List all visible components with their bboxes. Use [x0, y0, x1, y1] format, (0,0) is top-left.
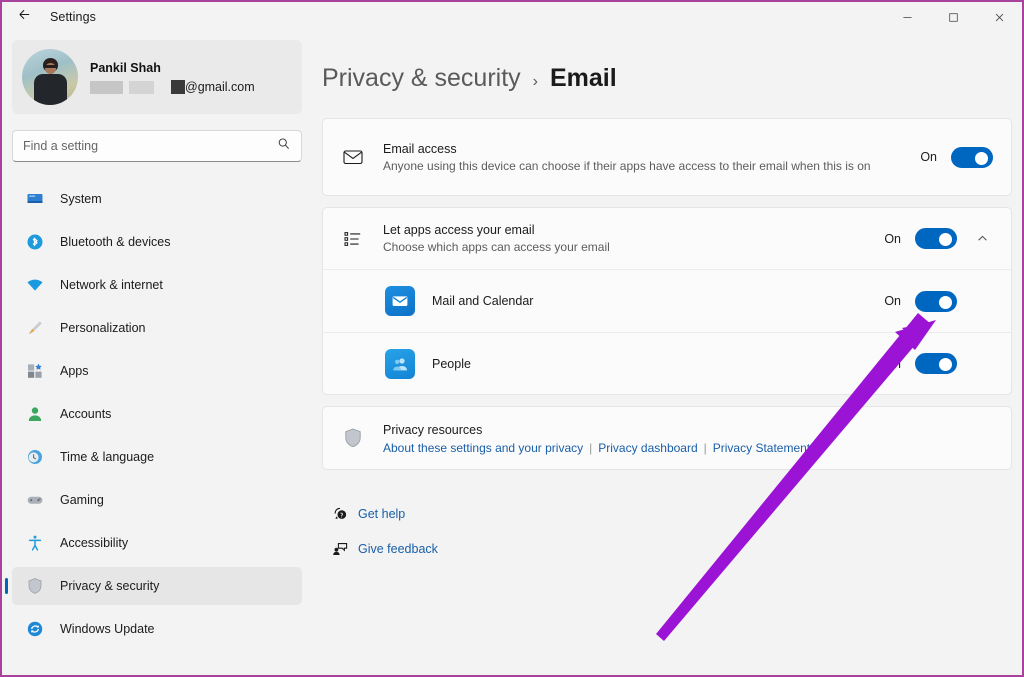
- sidebar: Pankil Shah @gmail.com Find a setting Sy…: [2, 32, 312, 675]
- profile-email: @gmail.com: [90, 80, 255, 94]
- footer-link-label: Give feedback: [358, 541, 438, 556]
- sidebar-item-bluetooth-devices[interactable]: Bluetooth & devices: [12, 223, 302, 261]
- email-access-title: Email access: [383, 141, 457, 156]
- give-feedback-link[interactable]: Give feedback: [322, 531, 1022, 566]
- chevron-up-icon[interactable]: [971, 232, 993, 245]
- link-privacy-dashboard[interactable]: Privacy dashboard: [598, 441, 697, 455]
- let-apps-toggle-label: On: [884, 231, 901, 246]
- system-icon: [25, 189, 45, 209]
- sidebar-item-label: Windows Update: [60, 622, 155, 636]
- maximize-button[interactable]: [930, 2, 976, 32]
- app-toggle-label: On: [884, 356, 901, 371]
- let-apps-title: Let apps access your email: [383, 223, 535, 237]
- profile-name: Pankil Shah: [90, 61, 161, 75]
- accessibility-icon: [25, 533, 45, 553]
- close-button[interactable]: [976, 2, 1022, 32]
- sidebar-item-label: Personalization: [60, 321, 146, 335]
- back-button[interactable]: [2, 2, 46, 32]
- link-privacy-statement[interactable]: Privacy Statement: [713, 441, 810, 455]
- redacted-block: [129, 80, 154, 94]
- accounts-icon: [25, 404, 45, 424]
- search-input[interactable]: [23, 139, 277, 153]
- mail-app-icon: [385, 286, 415, 316]
- people-app-icon: [385, 348, 415, 379]
- network-icon: [25, 275, 45, 295]
- sidebar-item-label: Apps: [60, 364, 89, 378]
- people-toggle[interactable]: [915, 353, 957, 374]
- main-content: Privacy & security › Email Email access …: [312, 32, 1022, 675]
- app-name: Mail and Calendar: [432, 294, 534, 308]
- back-arrow-icon: [17, 7, 32, 27]
- search-icon: [277, 137, 291, 156]
- footer-links: Get help Give feedback: [322, 496, 1022, 566]
- privacy-resources-card: Privacy resources About these settings a…: [322, 406, 1012, 470]
- shield-icon: [25, 576, 45, 596]
- bluetooth-icon: [25, 232, 45, 252]
- email-access-toggle[interactable]: [951, 146, 993, 168]
- title-bar: Settings: [2, 2, 1022, 32]
- sidebar-item-accounts[interactable]: Accounts: [12, 395, 302, 433]
- sidebar-item-apps[interactable]: Apps: [12, 352, 302, 390]
- email-access-description: Anyone using this device can choose if t…: [383, 158, 871, 173]
- redacted-block: [90, 80, 123, 94]
- time-language-icon: [25, 447, 45, 467]
- app-toggle-label: On: [884, 294, 901, 308]
- feedback-icon: [322, 540, 358, 557]
- app-row-mail-and-calendar: Mail and Calendar On: [322, 269, 1012, 332]
- minimize-button[interactable]: [884, 2, 930, 32]
- let-apps-description: Choose which apps can access your email: [383, 240, 610, 254]
- sidebar-item-network-internet[interactable]: Network & internet: [12, 266, 302, 304]
- search-box[interactable]: [12, 130, 302, 162]
- envelope-icon: [323, 146, 383, 168]
- shield-icon: [323, 427, 383, 449]
- sidebar-item-gaming[interactable]: Gaming: [12, 481, 302, 519]
- sidebar-nav: System Bluetooth & devices Network & int…: [2, 180, 312, 648]
- email-domain: @gmail.com: [185, 80, 255, 94]
- email-access-card: Email access Anyone using this device ca…: [322, 118, 1012, 196]
- let-apps-access-email-card: Let apps access your email Choose which …: [322, 207, 1012, 269]
- windows-update-icon: [25, 619, 45, 639]
- list-icon: [323, 228, 383, 250]
- app-row-people: People On: [322, 332, 1012, 395]
- gaming-icon: [25, 490, 45, 510]
- email-access-toggle-label: On: [920, 150, 937, 164]
- sidebar-item-personalization[interactable]: Personalization: [12, 309, 302, 347]
- sidebar-item-windows-update[interactable]: Windows Update: [12, 610, 302, 648]
- sidebar-item-label: Gaming: [60, 493, 104, 507]
- app-title: Settings: [50, 10, 96, 24]
- sidebar-item-label: System: [60, 192, 102, 206]
- sidebar-item-accessibility[interactable]: Accessibility: [12, 524, 302, 562]
- window-controls: [884, 2, 1022, 32]
- sidebar-item-label: Network & internet: [60, 278, 163, 292]
- apps-icon: [25, 361, 45, 381]
- breadcrumb-separator-icon: ›: [532, 73, 538, 90]
- sidebar-item-label: Accessibility: [60, 536, 129, 550]
- sidebar-item-time-language[interactable]: Time & language: [12, 438, 302, 476]
- link-about-settings-privacy[interactable]: About these settings and your privacy: [383, 441, 583, 455]
- redacted-block: [171, 80, 185, 94]
- link-separator: |: [589, 441, 593, 455]
- help-icon: [322, 505, 358, 522]
- sidebar-item-label: Time & language: [60, 450, 155, 464]
- profile-card[interactable]: Pankil Shah @gmail.com: [12, 40, 302, 114]
- breadcrumb: Privacy & security › Email: [322, 64, 1022, 93]
- sidebar-item-label: Accounts: [60, 407, 112, 421]
- breadcrumb-parent[interactable]: Privacy & security: [322, 64, 521, 93]
- mail-and-calendar-toggle[interactable]: [915, 290, 957, 312]
- sidebar-item-privacy-security[interactable]: Privacy & security: [5, 567, 302, 605]
- sidebar-item-label: Privacy & security: [60, 579, 160, 593]
- link-separator: |: [703, 441, 707, 455]
- let-apps-toggle[interactable]: [915, 228, 957, 249]
- sidebar-item-system[interactable]: System: [12, 180, 302, 218]
- get-help-link[interactable]: Get help: [322, 496, 1022, 531]
- avatar: [22, 49, 78, 105]
- footer-link-label: Get help: [358, 506, 406, 521]
- sidebar-item-label: Bluetooth & devices: [60, 235, 171, 249]
- app-name: People: [432, 356, 471, 371]
- settings-window: Settings Pankil Shah @gmail.com Find a s…: [0, 0, 1024, 677]
- privacy-resources-title: Privacy resources: [383, 423, 483, 437]
- page-title: Email: [550, 64, 617, 92]
- personalization-icon: [25, 318, 45, 338]
